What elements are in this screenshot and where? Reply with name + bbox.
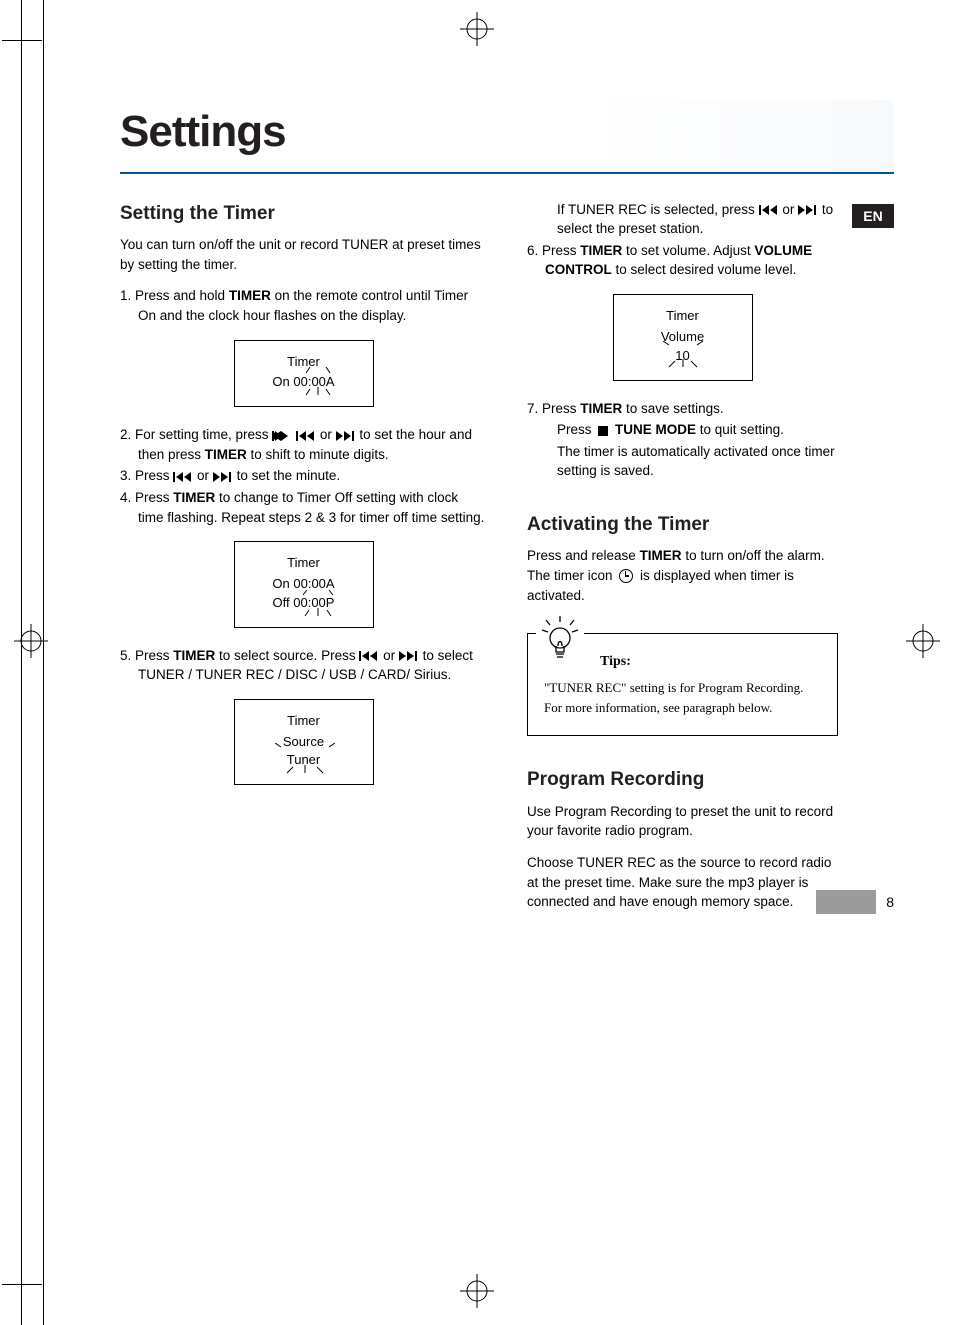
- registration-mark-bottom: [460, 1274, 494, 1313]
- tips-text: "TUNER REC" setting is for Program Recor…: [544, 678, 821, 717]
- step-1: 1. Press and hold TIMER on the remote co…: [120, 286, 487, 325]
- clock-icon: [619, 569, 633, 583]
- skip-next-icon: [336, 431, 356, 441]
- blink-indicator-icon: [296, 367, 340, 397]
- text: 3. Press: [120, 468, 173, 483]
- heading-program-recording: Program Recording: [527, 766, 838, 794]
- page-tab-decoration: [816, 890, 876, 914]
- page-number: 8: [886, 892, 894, 912]
- text: to quit setting.: [696, 422, 784, 437]
- step-6: 6. Press TIMER to set volume. Adjust VOL…: [527, 241, 838, 280]
- title-bar: Settings: [120, 100, 894, 174]
- blink-indicator-icon: [661, 341, 705, 369]
- step-7-note: The timer is automatically activated onc…: [527, 442, 838, 481]
- text: or: [320, 427, 336, 442]
- display-timer-volume: Timer Volume 10: [613, 294, 753, 381]
- display-line: Timer: [241, 554, 367, 573]
- right-column: If TUNER REC is selected, press or to se…: [527, 200, 838, 924]
- text-bold: TIMER: [580, 243, 622, 258]
- text-bold: TIMER: [173, 490, 215, 505]
- skip-prev-icon: [296, 431, 316, 441]
- skip-prev-icon: [759, 205, 779, 215]
- left-column: Setting the Timer You can turn on/off th…: [120, 200, 487, 924]
- skip-prev-icon: [173, 472, 193, 482]
- text: or: [197, 468, 213, 483]
- display-timer-on: Timer On 00:00A: [234, 340, 374, 408]
- tips-box: Tips: "TUNER REC" setting is for Program…: [527, 633, 838, 736]
- intro-text: You can turn on/off the unit or record T…: [120, 235, 487, 274]
- text-bold: TUNE MODE: [611, 422, 696, 437]
- blink-indicator-icon: [293, 590, 343, 618]
- text: to select desired volume level.: [612, 262, 797, 277]
- text: to shift to minute digits.: [247, 447, 389, 462]
- stop-icon: [598, 426, 608, 436]
- skip-prev-icon: [359, 651, 379, 661]
- text-bold: TIMER: [640, 548, 682, 563]
- program-recording-body: Choose TUNER REC as the source to record…: [527, 853, 838, 912]
- text: 7. Press: [527, 401, 580, 416]
- page-number-tab: 8: [816, 890, 894, 914]
- heading-setting-timer: Setting the Timer: [120, 200, 487, 228]
- text: or: [782, 202, 798, 217]
- display-line: Timer: [620, 307, 746, 326]
- text-bold: TIMER: [173, 648, 215, 663]
- lightbulb-icon: [536, 614, 584, 662]
- right-continuation: If TUNER REC is selected, press or to se…: [527, 200, 838, 239]
- text: 6. Press: [527, 243, 580, 258]
- text: Press and release: [527, 548, 640, 563]
- step-4: 4. Press TIMER to change to Timer Off se…: [120, 488, 487, 527]
- page-title: Settings: [120, 100, 894, 164]
- text-bold: TIMER: [229, 288, 271, 303]
- skip-next-icon: [798, 205, 818, 215]
- text-bold: TIMER: [205, 447, 247, 462]
- text: to select source. Press: [215, 648, 359, 663]
- heading-activating-timer: Activating the Timer: [527, 511, 838, 539]
- tips-label: Tips:: [600, 652, 821, 672]
- step-5: 5. Press TIMER to select source. Press o…: [120, 646, 487, 685]
- text: 4. Press: [120, 490, 173, 505]
- step-2: 2. For setting time, press or to set the…: [120, 425, 487, 464]
- text: to set the minute.: [237, 468, 341, 483]
- display-timer-on-off: Timer On 00:00A Off 00:00P: [234, 541, 374, 628]
- skip-next-icon: [399, 651, 419, 661]
- program-recording-intro: Use Program Recording to preset the unit…: [527, 802, 838, 841]
- text: 5. Press: [120, 648, 173, 663]
- text-bold: TIMER: [580, 401, 622, 416]
- blink-indicator-icon: [275, 743, 335, 775]
- text: Press: [557, 422, 595, 437]
- activating-text: Press and release TIMER to turn on/off t…: [527, 546, 838, 605]
- text: 2. For setting time, press: [120, 427, 272, 442]
- display-line: Timer: [241, 712, 367, 731]
- text: to save settings.: [622, 401, 723, 416]
- text: or: [383, 648, 399, 663]
- text: If TUNER REC is selected, press: [557, 202, 759, 217]
- skip-prev-icon: [272, 431, 292, 441]
- display-timer-source: Timer Source Tuner: [234, 699, 374, 786]
- text: 1. Press and hold: [120, 288, 229, 303]
- step-3: 3. Press or to set the minute.: [120, 466, 487, 486]
- skip-next-icon: [213, 472, 233, 482]
- step-7: 7. Press TIMER to save settings.: [527, 399, 838, 419]
- language-flag: EN: [852, 204, 894, 228]
- step-7-sub: Press TUNE MODE to quit setting.: [527, 420, 838, 440]
- text: to set volume. Adjust: [622, 243, 754, 258]
